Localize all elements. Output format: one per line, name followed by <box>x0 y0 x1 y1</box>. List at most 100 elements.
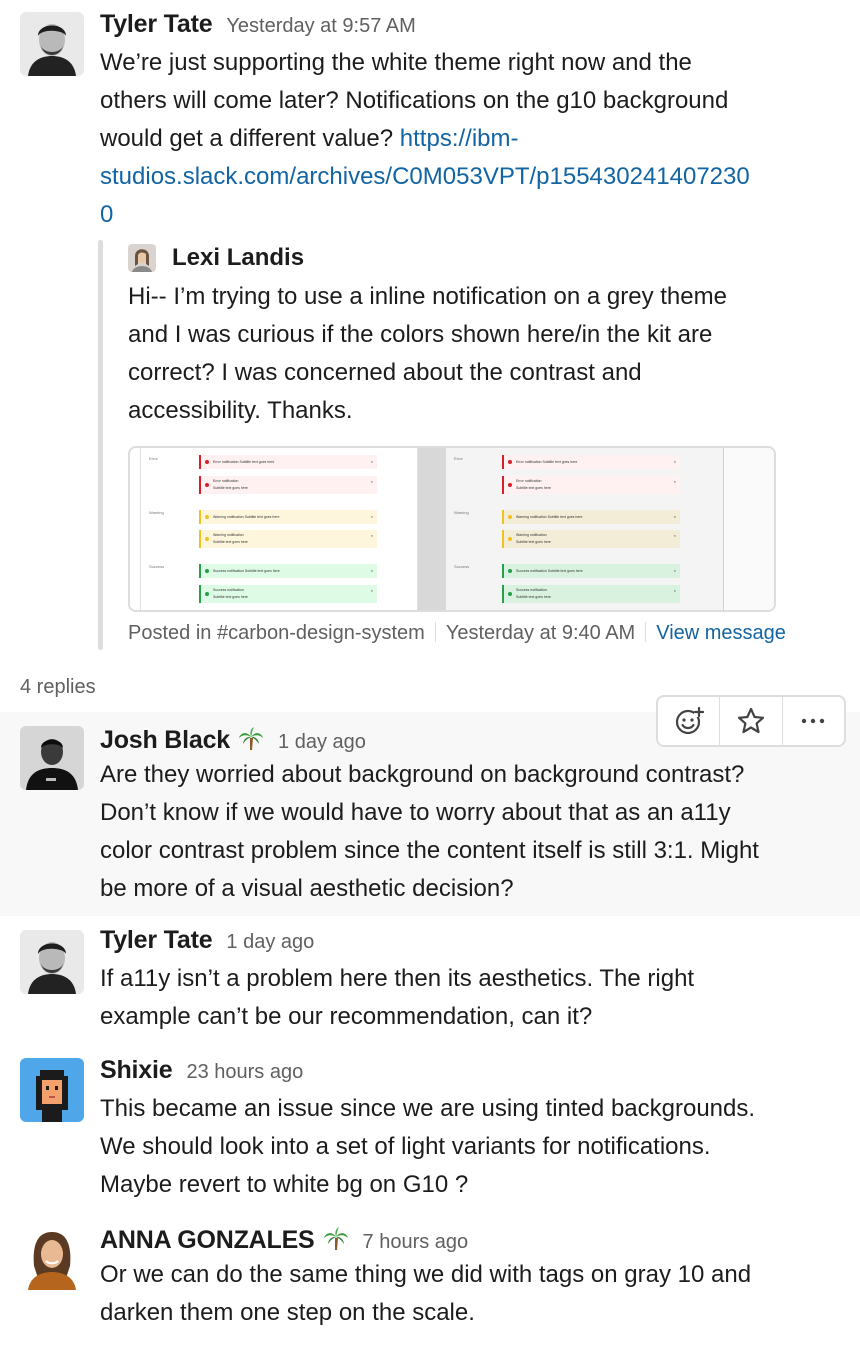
notif-text: Warning notification Subtitle text goes … <box>516 515 583 519</box>
message-line: darken them one step on the scale. <box>100 1299 475 1326</box>
author-name[interactable]: Josh Black <box>100 726 230 755</box>
error-icon <box>205 483 209 487</box>
warning-notification: Warning notification Subtitle text goes … <box>199 510 377 524</box>
success-notification: Success notification Subtitle text goes … <box>199 564 377 578</box>
message-line: 0 <box>100 196 852 234</box>
timestamp[interactable]: 1 day ago <box>278 731 366 754</box>
archive-link[interactable]: https://ibm- <box>400 125 519 152</box>
row-label-error: Error <box>454 456 463 461</box>
quoted-line: Hi-- I’m trying to use a inline notifica… <box>128 283 727 310</box>
footer-divider <box>434 622 436 642</box>
timestamp[interactable]: 23 hours ago <box>186 1061 303 1084</box>
footer-divider <box>645 622 647 642</box>
notif-text: Success notification Subtitle text goes … <box>516 569 583 573</box>
timestamp[interactable]: 7 hours ago <box>363 1231 469 1254</box>
avatar-image <box>20 1058 84 1122</box>
message-line: Maybe revert to white bg on G10 ? <box>100 1171 469 1198</box>
avatar-shixie[interactable] <box>20 1058 84 1122</box>
warning-icon <box>205 537 209 541</box>
message-line: This became an issue since we are using … <box>100 1095 756 1122</box>
message-line: would get a different value? https://ibm… <box>100 120 852 158</box>
quoted-footer: Posted in #carbon-design-system Yesterday… <box>128 618 786 648</box>
error-icon <box>508 483 512 487</box>
panel-edge <box>724 448 774 610</box>
error-notification: Error notification Subtitle text goes he… <box>199 455 377 469</box>
avatar-image <box>20 1226 84 1290</box>
notif-subtitle: Subtitle text goes here <box>516 486 551 490</box>
message-line: If a11y isn’t a problem here then its ae… <box>100 965 695 992</box>
warning-icon <box>508 537 512 541</box>
avatar-tyler-tate[interactable] <box>20 12 84 76</box>
avatar-tyler-tate[interactable] <box>20 930 84 994</box>
timestamp[interactable]: 1 day ago <box>226 931 314 954</box>
star-icon <box>737 707 765 734</box>
close-icon: × <box>673 568 676 573</box>
archive-link-cont[interactable]: studios.slack.com/archives/C0M053VPT/p15… <box>100 163 750 190</box>
close-icon: × <box>370 533 373 538</box>
quoted-line: and I was curious if the colors shown he… <box>128 321 713 348</box>
close-icon: × <box>370 479 373 484</box>
gray-theme-panel: Error Warning Success Error notification… <box>446 448 724 610</box>
posted-in-channel[interactable]: Posted in #carbon-design-system <box>128 622 425 644</box>
success-icon <box>205 592 209 596</box>
quoted-line: accessibility. Thanks. <box>128 397 353 424</box>
notif-text: Error notification Subtitle text goes he… <box>516 460 578 464</box>
message-body: We’re just supporting the white theme ri… <box>100 44 852 234</box>
notif-text: Warning notification Subtitle text goes … <box>213 515 280 519</box>
author-name[interactable]: Tyler Tate <box>100 926 213 955</box>
message-body: Are they worried about background on bac… <box>100 756 852 908</box>
quoted-image-notifications[interactable]: Error Warning Success Error notification… <box>128 446 776 612</box>
avatar-lexi-landis[interactable] <box>128 244 156 272</box>
message-header: Tyler Tate Yesterday at 9:57 AM <box>100 10 416 39</box>
author-name[interactable]: Shixie <box>100 1056 173 1085</box>
avatar-image <box>20 930 84 994</box>
message-line: studios.slack.com/archives/C0M053VPT/p15… <box>100 158 852 196</box>
error-icon <box>508 460 512 464</box>
notif-title: Success notification <box>516 588 547 592</box>
avatar-image <box>20 726 84 790</box>
message-line: Don’t know if we would have to worry abo… <box>100 799 731 826</box>
notif-title: Warning notification <box>213 533 244 537</box>
avatar-josh-black[interactable] <box>20 726 84 790</box>
warning-notification-two-line: Warning notification Subtitle text goes h… <box>502 530 680 548</box>
quoted-author-name[interactable]: Lexi Landis <box>172 242 304 274</box>
quoted-timestamp[interactable]: Yesterday at 9:40 AM <box>446 622 635 644</box>
close-icon: × <box>673 514 676 519</box>
add-reaction-button[interactable] <box>658 697 719 745</box>
warning-notification: Warning notification Subtitle text goes … <box>502 510 680 524</box>
error-notification-two-line: Error notification Subtitle text goes her… <box>502 476 680 494</box>
star-button[interactable] <box>719 697 781 745</box>
timestamp[interactable]: Yesterday at 9:57 AM <box>226 15 415 38</box>
success-icon <box>508 592 512 596</box>
error-icon <box>205 460 209 464</box>
message-line: others will come later? Notifications on… <box>100 87 729 114</box>
author-name[interactable]: Tyler Tate <box>100 10 213 39</box>
warning-icon <box>205 515 209 519</box>
row-label-success: Success <box>454 564 470 569</box>
message-body: Or we can do the same thing we did with … <box>100 1256 852 1332</box>
message-line: Are they worried about background on bac… <box>100 761 745 788</box>
message-anna-gonzales: ANNA GONZALES 7 hours ago Or we can do t… <box>0 1212 860 1358</box>
more-actions-button[interactable] <box>781 697 844 745</box>
notif-subtitle: Subtitle text goes here <box>213 486 248 490</box>
message-line: color contrast problem since the content… <box>100 837 759 864</box>
notif-subtitle: Subtitle text goes here <box>516 540 551 544</box>
message-header: ANNA GONZALES 7 hours ago <box>100 1222 468 1255</box>
close-icon: × <box>370 568 373 573</box>
message-tyler-tate-1: Tyler Tate Yesterday at 9:57 AM We’re ju… <box>0 0 860 660</box>
archive-link-end[interactable]: 0 <box>100 201 113 228</box>
message-actions-toolbar <box>656 695 846 747</box>
replies-count[interactable]: 4 replies <box>20 676 96 699</box>
quoted-message-body: Hi-- I’m trying to use a inline notifica… <box>128 278 828 430</box>
notif-subtitle: Subtitle text goes here <box>213 540 248 544</box>
view-message-link[interactable]: View message <box>656 622 786 644</box>
author-name[interactable]: ANNA GONZALES <box>100 1226 315 1255</box>
more-actions-icon <box>802 718 825 724</box>
message-line: We’re just supporting the white theme ri… <box>100 49 692 76</box>
avatar-anna-gonzales[interactable] <box>20 1226 84 1290</box>
error-notification-two-line: Error notification Subtitle text goes her… <box>199 476 377 494</box>
warning-icon <box>508 515 512 519</box>
close-icon: × <box>673 533 676 538</box>
palm-tree-icon <box>238 726 264 752</box>
palm-tree-icon <box>323 1226 349 1252</box>
